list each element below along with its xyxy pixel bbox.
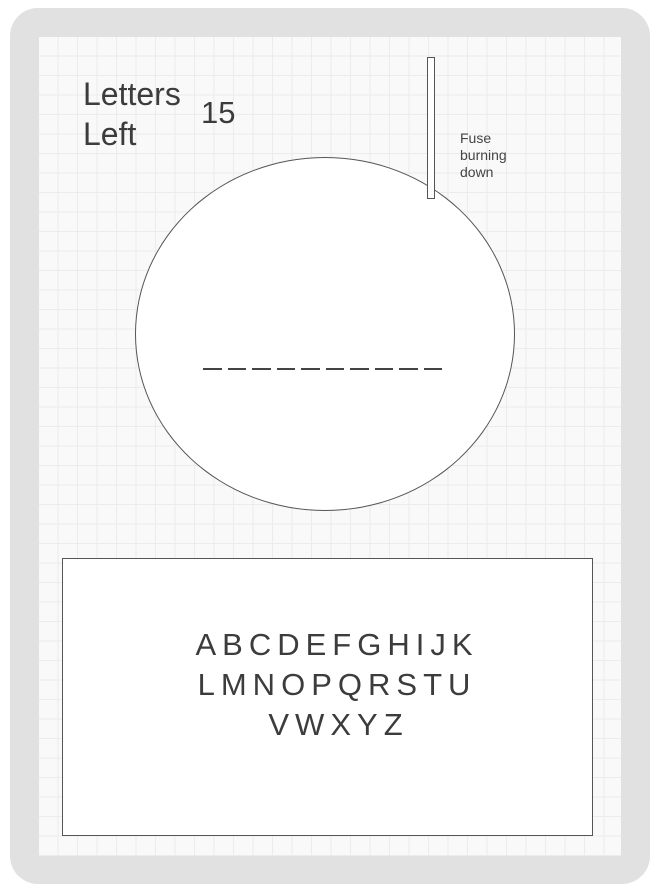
letter-key-n[interactable]: N <box>250 665 278 705</box>
letter-key-v[interactable]: V <box>265 705 292 745</box>
letter-key-c[interactable]: C <box>246 625 274 665</box>
letter-key-z[interactable]: Z <box>381 705 406 745</box>
keyboard-row: ABCDEFGHIJK <box>192 625 475 665</box>
letters-left-count: 15 <box>201 95 236 130</box>
letter-key-u[interactable]: U <box>445 665 473 705</box>
letter-blank <box>399 368 418 370</box>
letter-key-b[interactable]: B <box>219 625 246 665</box>
word-blanks <box>203 368 442 370</box>
letter-blank <box>301 368 320 370</box>
letter-key-h[interactable]: H <box>384 625 412 665</box>
letter-key-r[interactable]: R <box>365 665 393 705</box>
letter-blank <box>423 368 442 370</box>
letter-key-x[interactable]: X <box>327 705 354 745</box>
letter-key-j[interactable]: J <box>427 625 449 665</box>
letter-blank <box>227 368 246 370</box>
fuse-annotation: Fuse burning down <box>460 130 507 180</box>
keyboard-row: LMNOPQRSTU <box>195 665 474 705</box>
letter-key-p[interactable]: P <box>308 665 335 705</box>
keyboard-row: VWXYZ <box>265 705 405 745</box>
letter-blank <box>252 368 271 370</box>
letter-key-e[interactable]: E <box>303 625 330 665</box>
bomb-circle <box>135 157 515 511</box>
fuse-bar <box>427 57 435 199</box>
letter-blank <box>325 368 344 370</box>
letter-key-f[interactable]: F <box>329 625 354 665</box>
letter-blank <box>374 368 393 370</box>
letter-key-m[interactable]: M <box>218 665 250 705</box>
letter-key-s[interactable]: S <box>393 665 420 705</box>
letter-blank <box>350 368 369 370</box>
letter-key-i[interactable]: I <box>413 625 428 665</box>
letter-blank <box>276 368 295 370</box>
letter-key-d[interactable]: D <box>274 625 302 665</box>
letter-key-y[interactable]: Y <box>354 705 381 745</box>
letter-blank <box>203 368 222 370</box>
letter-key-q[interactable]: Q <box>335 665 365 705</box>
letter-key-t[interactable]: T <box>420 665 445 705</box>
letters-left-label: Letters Left <box>83 76 181 152</box>
letter-key-o[interactable]: O <box>278 665 308 705</box>
letter-key-k[interactable]: K <box>449 625 476 665</box>
letter-keyboard: ABCDEFGHIJKLMNOPQRSTUVWXYZ <box>0 625 668 745</box>
letter-key-g[interactable]: G <box>354 625 384 665</box>
letter-key-l[interactable]: L <box>195 665 218 705</box>
letter-key-w[interactable]: W <box>292 705 327 745</box>
letter-key-a[interactable]: A <box>192 625 219 665</box>
